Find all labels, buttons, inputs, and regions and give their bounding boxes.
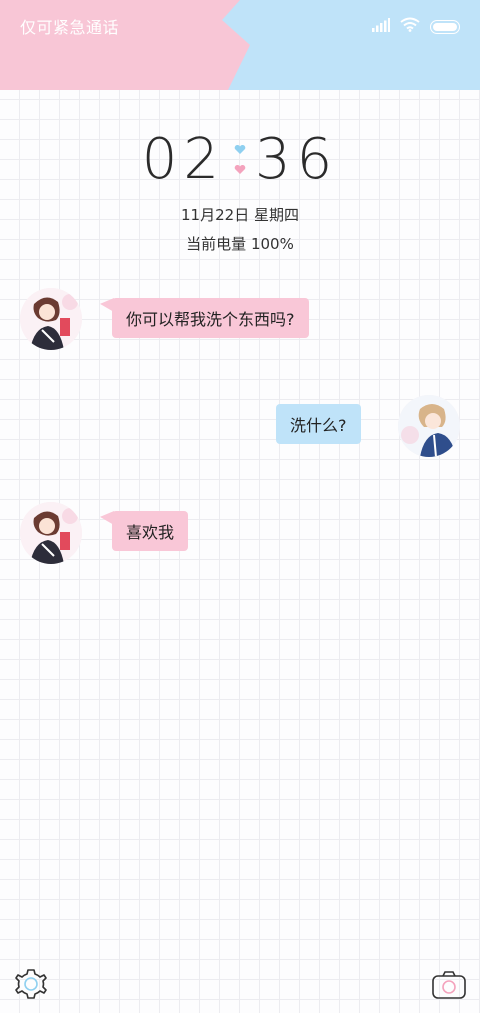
girl-avatar bbox=[20, 288, 82, 350]
status-icons bbox=[372, 17, 460, 36]
wifi-icon bbox=[400, 17, 420, 36]
message-text-1: 你可以帮我洗个东西吗? bbox=[126, 310, 295, 329]
boy-avatar bbox=[398, 395, 460, 457]
clock-minutes: 36 bbox=[255, 127, 339, 192]
message-bubble-1: 你可以帮我洗个东西吗? bbox=[112, 298, 309, 338]
message-text-2: 洗什么? bbox=[290, 416, 347, 435]
heart-colon bbox=[233, 145, 247, 175]
signal-icon bbox=[372, 17, 390, 36]
clock-hours: 02 bbox=[141, 127, 225, 192]
emergency-call-text[interactable]: 仅可紧急通话 bbox=[20, 14, 119, 38]
girl-avatar-2 bbox=[20, 502, 82, 564]
battery-text: 当前电量 100% bbox=[186, 235, 294, 253]
settings-icon[interactable] bbox=[13, 967, 49, 1003]
battery-icon bbox=[430, 19, 460, 34]
date-text: 11月22日 星期四 bbox=[181, 206, 299, 224]
camera-icon[interactable] bbox=[431, 967, 467, 1003]
status-bar: 仅可紧急通话 bbox=[0, 0, 480, 90]
lockscreen-clock: 02 36 11月22日 星期四 当前电量 100% bbox=[0, 130, 480, 254]
blue-heart-icon bbox=[234, 145, 246, 154]
message-bubble-3: 喜欢我 bbox=[112, 511, 189, 551]
message-text-3: 喜欢我 bbox=[126, 523, 175, 542]
message-bubble-2: 洗什么? bbox=[276, 404, 361, 444]
pink-heart-icon bbox=[234, 165, 246, 174]
